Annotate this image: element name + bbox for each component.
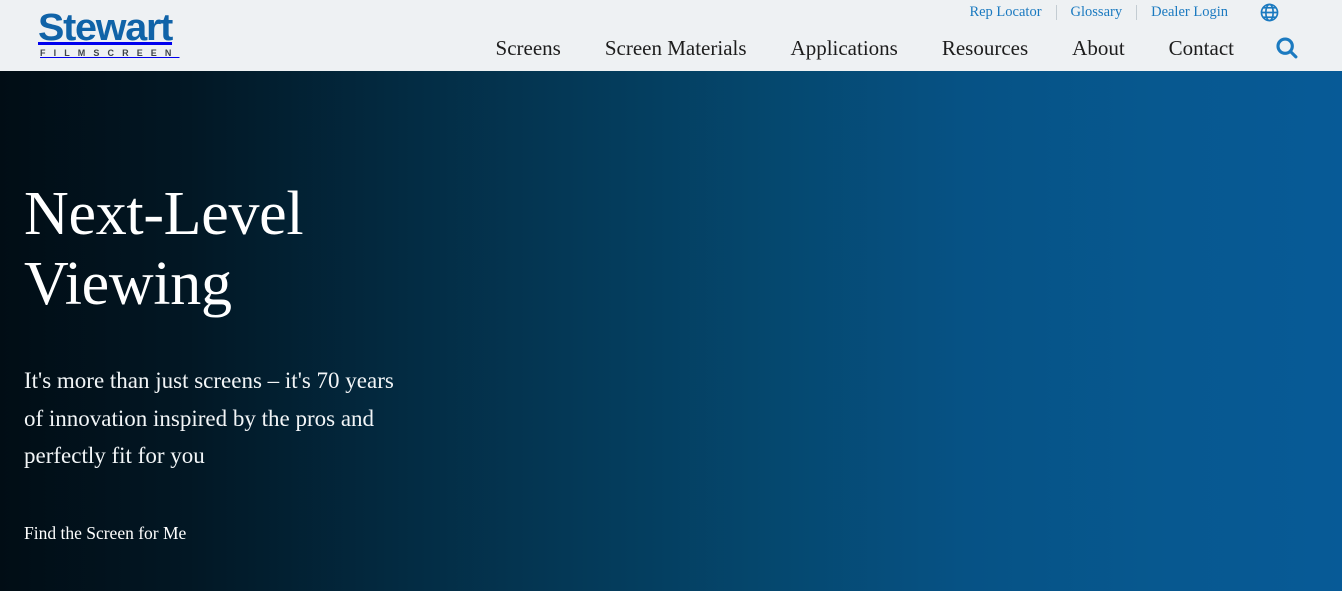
- utility-link-glossary[interactable]: Glossary: [1057, 2, 1137, 22]
- nav-item-applications[interactable]: Applications: [769, 30, 920, 66]
- utility-nav: Rep Locator Glossary Dealer Login: [969, 2, 1280, 22]
- hero-headline-line-2: Viewing: [24, 250, 232, 318]
- nav-item-screen-materials[interactable]: Screen Materials: [583, 30, 769, 66]
- utility-link-dealer-login[interactable]: Dealer Login: [1137, 2, 1242, 22]
- hero-headline: Next-Level Viewing: [24, 71, 444, 319]
- search-icon[interactable]: [1272, 33, 1302, 63]
- logo-wordmark: Stewart: [38, 7, 173, 49]
- hero-content: Next-Level Viewing It's more than just sc…: [24, 71, 444, 544]
- hero-subtitle: It's more than just screens – it's 70 ye…: [24, 368, 394, 468]
- site-logo[interactable]: Stewart FILMSCREEN: [38, 9, 243, 59]
- utility-link-rep-locator[interactable]: Rep Locator: [969, 2, 1055, 22]
- hero-headline-line-1: Next-Level: [24, 180, 304, 248]
- nav-item-contact[interactable]: Contact: [1147, 30, 1256, 66]
- hero-cta-link[interactable]: Find the Screen for Me: [24, 522, 186, 544]
- nav-item-resources[interactable]: Resources: [920, 30, 1050, 66]
- nav-item-about[interactable]: About: [1050, 30, 1147, 66]
- main-nav: Screens Screen Materials Applications Re…: [474, 30, 1304, 66]
- logo-tagline: FILMSCREEN: [40, 48, 180, 58]
- hero-banner: Next-Level Viewing It's more than just sc…: [0, 71, 1342, 591]
- nav-item-screens[interactable]: Screens: [474, 30, 583, 66]
- site-header: Stewart FILMSCREEN Rep Locator Glossary …: [0, 0, 1342, 71]
- globe-icon[interactable]: [1258, 1, 1280, 23]
